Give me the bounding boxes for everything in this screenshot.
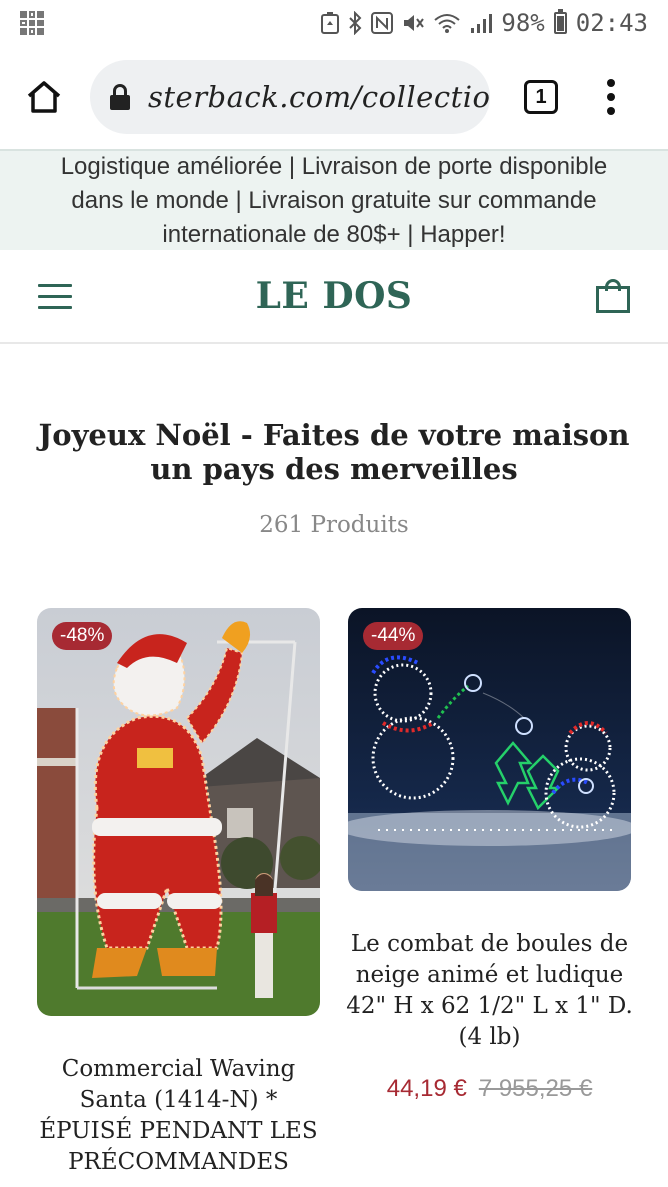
battery-percent: 98%: [501, 9, 545, 37]
shopping-bag-icon[interactable]: [596, 279, 630, 313]
hamburger-menu-icon[interactable]: [38, 283, 72, 309]
product-image[interactable]: -48%: [37, 608, 320, 1016]
discount-badge: -48%: [52, 622, 113, 650]
product-image[interactable]: -44%: [348, 608, 631, 891]
address-bar[interactable]: sterback.com/collectio: [90, 60, 490, 134]
wifi-icon: [433, 12, 461, 34]
signal-icon: [470, 12, 493, 34]
battery-icon: [553, 9, 567, 34]
discount-badge: -44%: [363, 622, 424, 650]
santa-image: [37, 608, 320, 1016]
home-icon[interactable]: [22, 75, 66, 119]
product-title[interactable]: Le combat de boules de neige animé et lu…: [338, 929, 641, 1053]
lock-icon: [110, 84, 130, 110]
browser-menu-icon[interactable]: [606, 79, 616, 115]
sale-price: 44,19 €: [386, 1075, 467, 1102]
qr-code-icon: [20, 11, 44, 35]
data-saver-icon: [321, 12, 340, 34]
tab-switcher-button[interactable]: 1: [524, 80, 558, 114]
snowball-fight-image: [348, 608, 631, 891]
announcement-text: Logistique améliorée | Livraison de port…: [60, 152, 608, 248]
bluetooth-icon: [348, 11, 362, 35]
brand-logo[interactable]: LE DOS: [0, 275, 668, 317]
page-title: Joyeux Noël - Faites de votre maison un …: [38, 418, 630, 486]
original-price: 7 955,25 €: [478, 1075, 593, 1102]
product-count: 261 Produits: [259, 512, 409, 538]
announcement-bar: Logistique améliorée | Livraison de port…: [0, 149, 668, 250]
status-bar: 98% 02:43: [0, 0, 668, 46]
product-title[interactable]: Commercial Waving Santa (1414-N) * ÉPUIS…: [30, 1054, 327, 1178]
clock: 02:43: [575, 9, 648, 37]
url-text: sterback.com/collectio: [148, 80, 490, 114]
browser-toolbar: sterback.com/collectio 1: [0, 46, 668, 148]
nfc-icon: [371, 12, 394, 34]
store-header: LE DOS: [0, 250, 668, 344]
mute-icon: [402, 12, 425, 34]
price-row: 44,19 € 7 955,25 €: [338, 1075, 641, 1103]
